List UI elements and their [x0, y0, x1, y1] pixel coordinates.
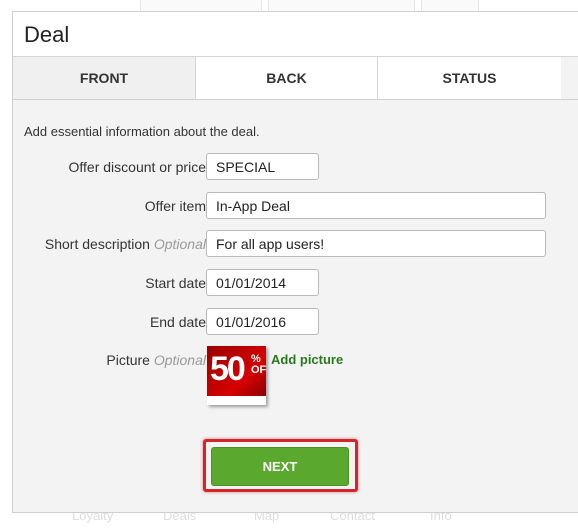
picture-label: Picture Optional — [106, 352, 206, 368]
offer-discount-label: Offer discount or price — [68, 159, 206, 175]
end-date-input[interactable] — [206, 308, 319, 335]
deal-picture-thumbnail[interactable]: 50 % OFF — [207, 346, 266, 405]
thumbnail-discount-suffix: % OFF — [251, 353, 266, 376]
tab-status[interactable]: STATUS — [377, 57, 561, 99]
short-description-label-text: Short description — [44, 236, 150, 252]
add-picture-link[interactable]: Add picture — [271, 352, 343, 367]
offer-item-input[interactable] — [206, 192, 546, 219]
picture-optional: Optional — [153, 352, 206, 368]
intro-text: Add essential information about the deal… — [24, 124, 260, 139]
modal-header: Deal — [13, 12, 578, 57]
thumbnail-discount-number: 50 — [210, 350, 246, 388]
modal-title: Deal — [24, 22, 70, 47]
next-button[interactable]: NEXT — [211, 447, 349, 486]
start-date-input[interactable] — [206, 269, 319, 296]
picture-label-text: Picture — [106, 352, 150, 368]
start-date-label: Start date — [145, 275, 206, 291]
short-description-input[interactable] — [206, 230, 546, 257]
end-date-label: End date — [149, 314, 206, 330]
tab-back[interactable]: BACK — [195, 57, 377, 99]
short-description-label: Short description Optional — [45, 236, 206, 252]
deal-modal: Deal FRONT BACK STATUS Add essential inf… — [12, 11, 578, 513]
thumbnail-base — [207, 396, 266, 405]
offer-item-label: Offer item — [144, 198, 206, 214]
offer-discount-input[interactable] — [206, 153, 319, 180]
deal-tabs: FRONT BACK STATUS — [13, 57, 578, 100]
tab-front[interactable]: FRONT — [13, 57, 195, 99]
short-description-optional: Optional — [153, 236, 206, 252]
